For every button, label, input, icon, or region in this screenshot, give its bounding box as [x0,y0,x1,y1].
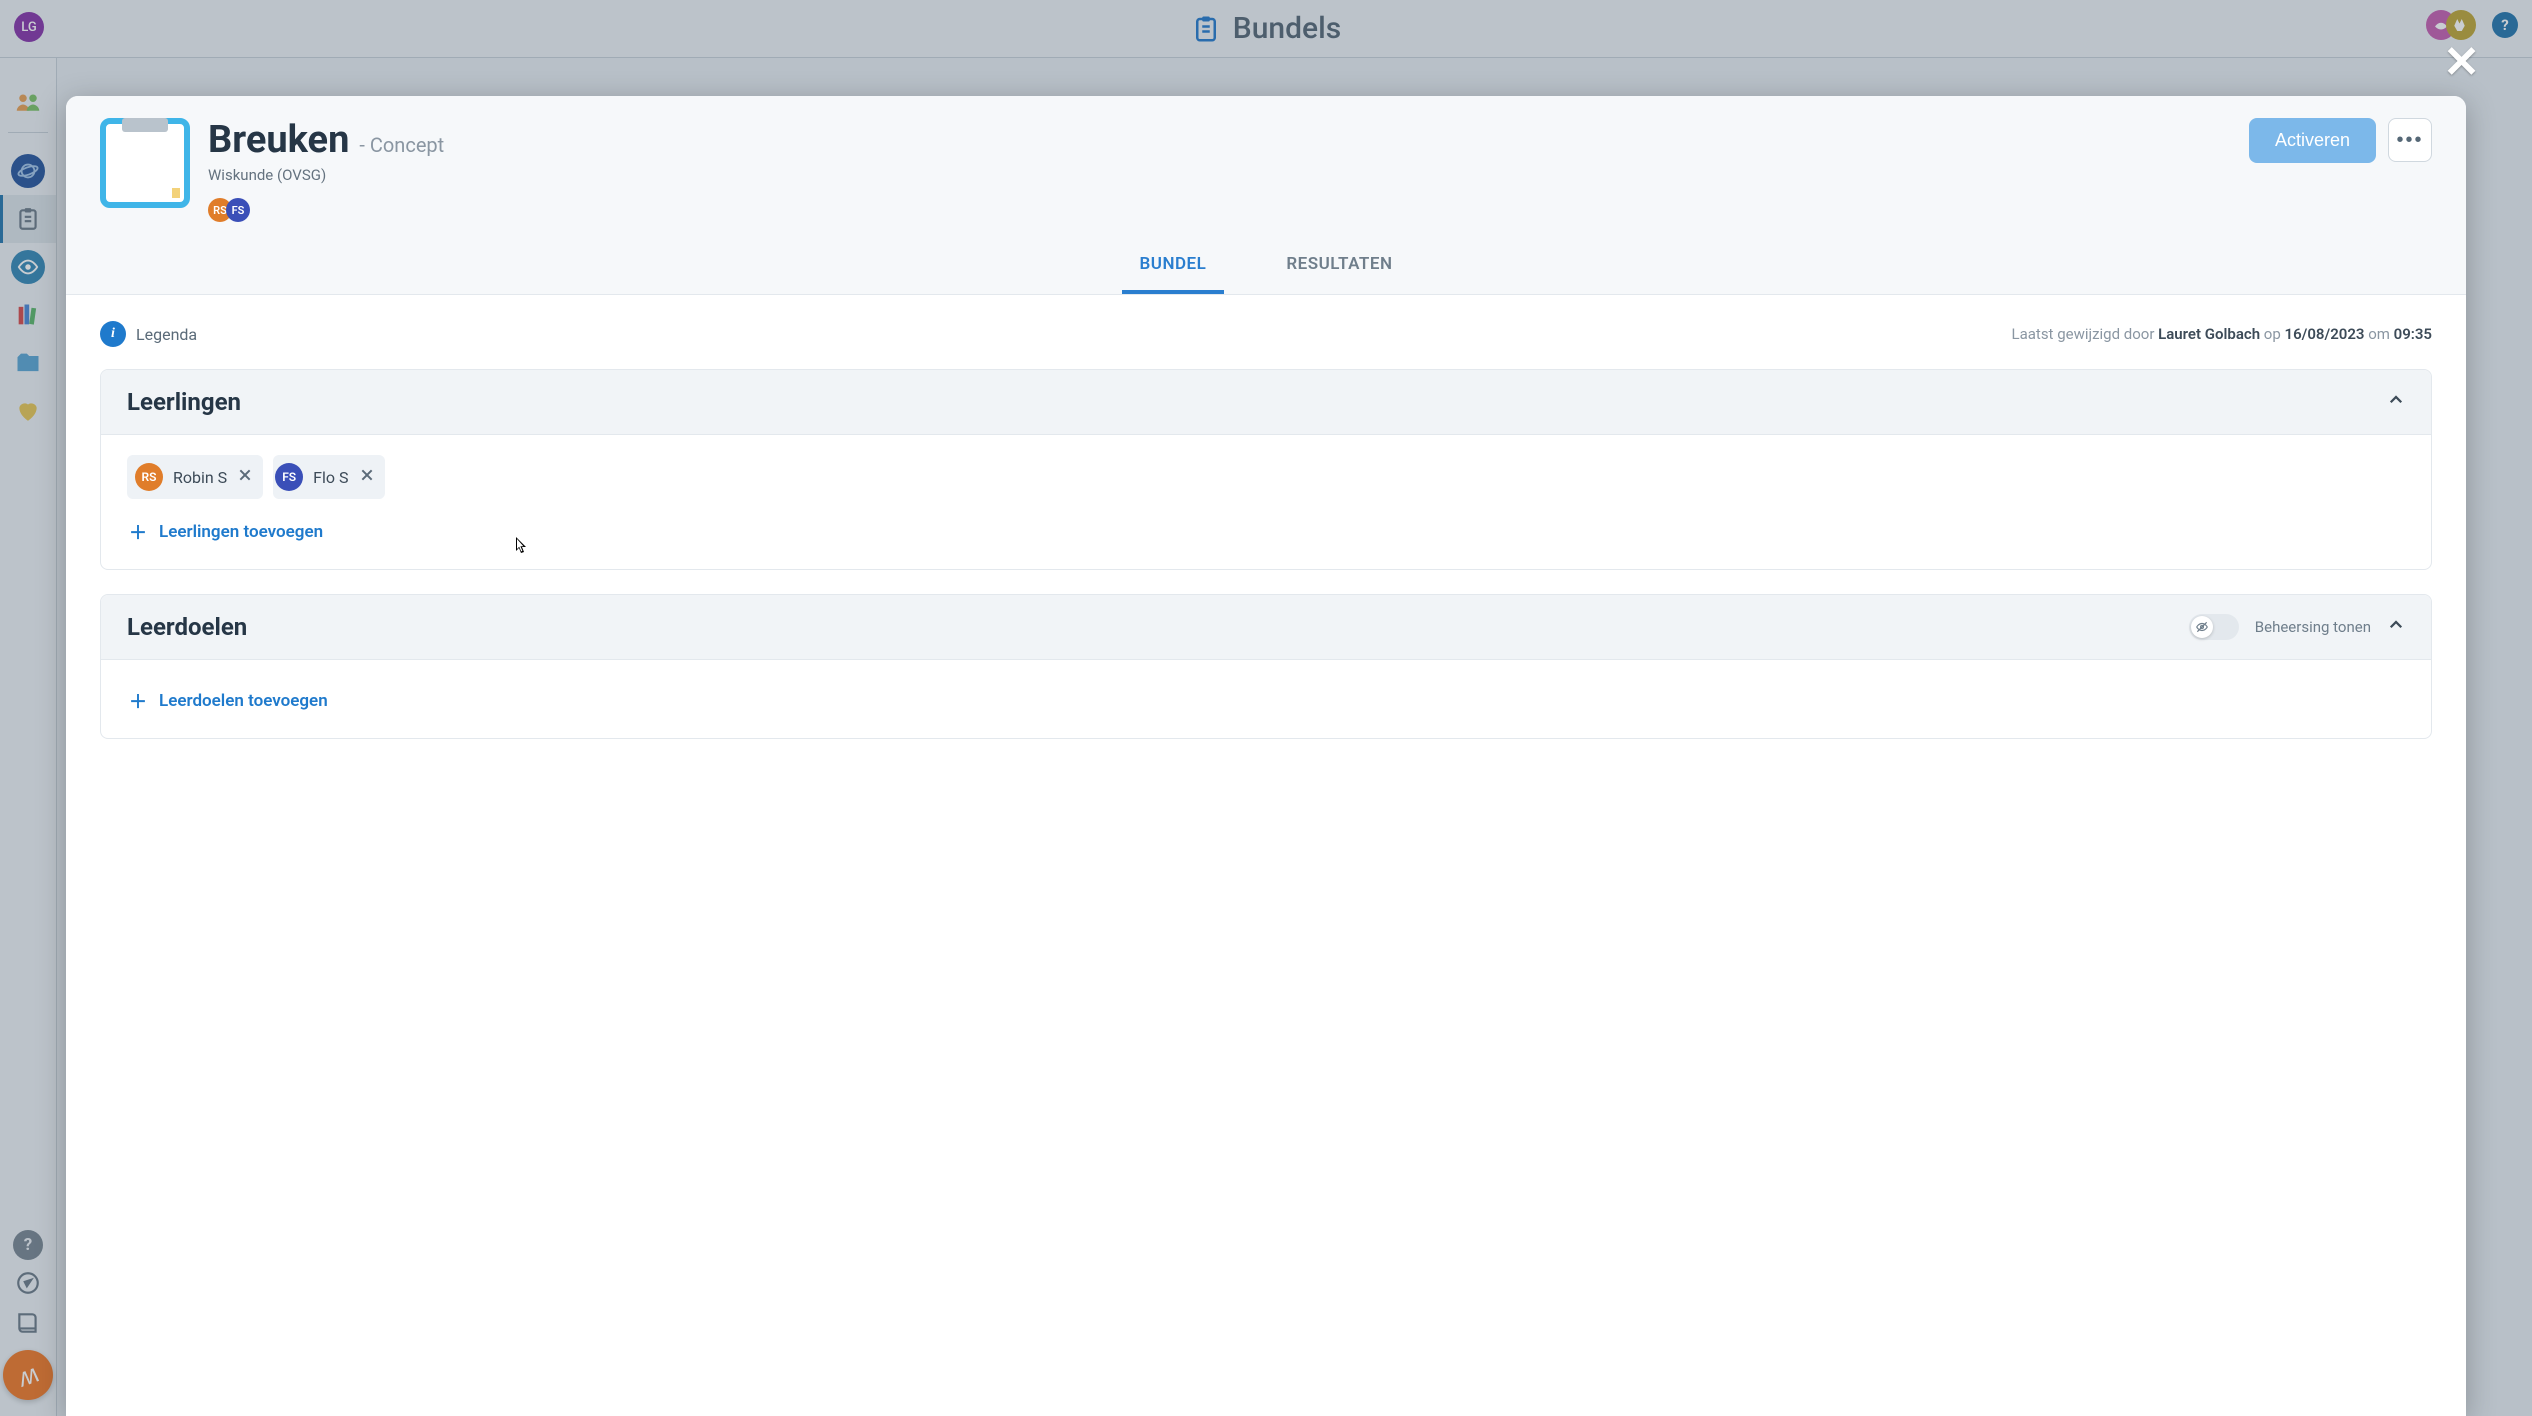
toggle-knob [2191,616,2213,638]
add-students-button[interactable]: ＋ Leerlingen toevoegen [127,499,2405,561]
legend-label: Legenda [136,325,197,344]
student-chip: FS Flo S [273,455,384,499]
student-avatar-fs: FS [226,198,250,222]
last-modified-text: Laatst gewijzigd door Lauret Golbach op … [2012,325,2432,343]
legend-toggle[interactable]: i Legenda [100,321,197,347]
mastery-toggle[interactable] [2189,614,2239,640]
remove-student-button[interactable] [237,467,253,487]
activate-button[interactable]: Activeren [2249,118,2376,163]
student-chip-name: Flo S [313,468,348,487]
tab-resultaten[interactable]: RESULTATEN [1268,240,1410,294]
add-goals-label: Leerdoelen toevoegen [159,691,328,711]
bundle-modal: Breuken - Concept Wiskunde (OVSG) RS FS … [66,96,2466,1416]
close-icon [237,467,253,483]
plus-icon: ＋ [129,519,147,545]
tab-bundel[interactable]: BUNDEL [1122,240,1225,294]
modal-header: Breuken - Concept Wiskunde (OVSG) RS FS … [66,96,2466,295]
panel-leerlingen: Leerlingen RS Robin S FS F [100,369,2432,570]
eye-off-icon [2195,620,2209,634]
plus-icon: ＋ [129,688,147,714]
bundle-title: Breuken [208,118,349,162]
ellipsis-icon: ••• [2396,129,2423,152]
student-avatar-fs: FS [275,463,303,491]
modal-close-button[interactable]: ✕ [2443,40,2480,84]
bundle-subject: Wiskunde (OVSG) [208,166,2231,184]
panel-leerlingen-title: Leerlingen [127,388,241,416]
add-goals-button[interactable]: ＋ Leerdoelen toevoegen [127,668,2405,730]
close-icon: ✕ [2443,36,2480,88]
close-icon [359,467,375,483]
student-chip: RS Robin S [127,455,263,499]
modal-tabs: BUNDEL RESULTATEN [100,240,2432,294]
panel-leerdoelen-title: Leerdoelen [127,613,247,641]
panel-leerlingen-header[interactable]: Leerlingen [101,370,2431,435]
more-actions-button[interactable]: ••• [2388,118,2432,162]
panel-leerdoelen: Leerdoelen Beheersing tonen ＋ L [100,594,2432,739]
bundle-student-avatars: RS FS [208,198,2231,222]
mastery-toggle-label: Beheersing tonen [2255,618,2371,636]
bundle-thumbnail [100,118,190,208]
add-students-label: Leerlingen toevoegen [159,522,323,542]
remove-student-button[interactable] [359,467,375,487]
info-icon: i [100,321,126,347]
modal-body: i Legenda Laatst gewijzigd door Lauret G… [66,295,2466,1416]
bundle-status: - Concept [359,133,444,157]
panel-leerdoelen-header[interactable]: Leerdoelen Beheersing tonen [101,595,2431,660]
chevron-up-icon [2387,391,2405,413]
chevron-up-icon [2387,616,2405,638]
student-chip-name: Robin S [173,468,227,487]
student-avatar-rs: RS [135,463,163,491]
